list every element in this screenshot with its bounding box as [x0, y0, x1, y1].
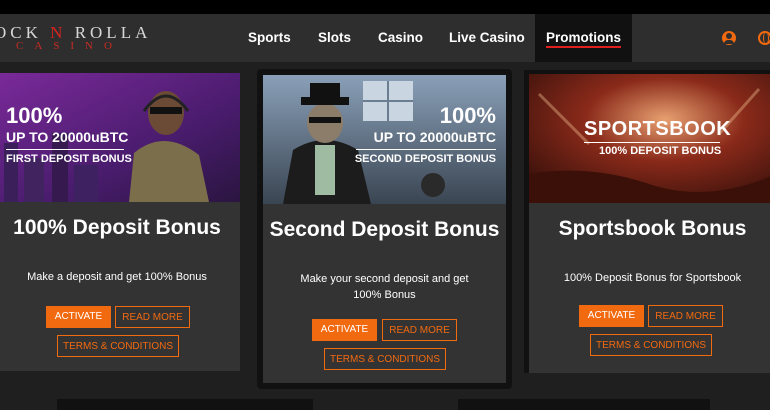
promo-description: 100% Deposit Bonus for Sportsbook — [563, 272, 742, 284]
banner-caption: FIRST DEPOSIT BONUS — [6, 153, 132, 165]
nav-sports[interactable]: Sports — [248, 14, 291, 62]
terms-conditions-button[interactable]: TERMS & CONDITIONS — [57, 335, 179, 357]
promo-banner-second-deposit: 100% UP TO 20000uBTC SECOND DEPOSIT BONU… — [263, 75, 506, 204]
terms-conditions-button[interactable]: TERMS & CONDITIONS — [590, 334, 712, 356]
next-promo-card-right — [458, 399, 710, 410]
banner-rule — [6, 149, 124, 150]
nav-live-casino[interactable]: Live Casino — [449, 14, 525, 62]
promo-banner-sportsbook: SPORTSBOOK 100% DEPOSIT BONUS — [529, 74, 770, 203]
activate-button[interactable]: ACTIVATE — [46, 306, 111, 328]
read-more-button[interactable]: READ MORE — [648, 305, 723, 327]
banner-rule — [584, 142, 720, 143]
globe-icon[interactable] — [758, 31, 770, 45]
promo-title: 100% Deposit Bonus — [13, 216, 221, 239]
promo-card-body: Sportsbook Bonus 100% Deposit Bonus for … — [529, 203, 770, 373]
promo-banner-first-deposit: 100% UP TO 20000uBTC FIRST DEPOSIT BONUS — [0, 73, 240, 202]
banner-caption: SECOND DEPOSIT BONUS — [354, 153, 496, 165]
nav-promotions-label: Promotions — [546, 30, 622, 45]
read-more-button[interactable]: READ MORE — [382, 319, 457, 341]
promo-card-first-deposit: 100% UP TO 20000uBTC FIRST DEPOSIT BONUS… — [0, 73, 240, 371]
next-promo-card-left — [57, 399, 313, 410]
nav-promotions[interactable]: Promotions — [535, 14, 633, 62]
nav-casino[interactable]: Casino — [378, 14, 423, 62]
promo-card-body: 100% Deposit Bonus Make a deposit and ge… — [0, 202, 240, 371]
casino-logo[interactable]: OCK N ROLLA CASINO — [0, 23, 164, 55]
promo-card-second-deposit: 100% UP TO 20000uBTC SECOND DEPOSIT BONU… — [257, 69, 512, 389]
main-nav: OCK N ROLLA CASINO Sports Slots Casino L… — [0, 14, 770, 62]
promo-title: Second Deposit Bonus — [269, 218, 500, 241]
banner-caption: 100% DEPOSIT BONUS — [599, 145, 722, 157]
promo-description: Make a deposit and get 100% Bonus — [27, 271, 207, 283]
activate-button[interactable]: ACTIVATE — [312, 319, 377, 341]
promo-description: Make your second deposit and get 100% Bo… — [300, 273, 469, 301]
active-underline — [546, 46, 622, 48]
terms-conditions-button[interactable]: TERMS & CONDITIONS — [324, 348, 446, 370]
activate-button[interactable]: ACTIVATE — [579, 305, 644, 327]
banner-percent: 100% — [439, 103, 496, 128]
promo-title: Sportsbook Bonus — [558, 217, 747, 240]
logo-subtitle: CASINO — [16, 40, 123, 52]
banner-rule — [356, 149, 496, 150]
banner-amount: UP TO 20000uBTC — [6, 129, 129, 145]
banner-percent: 100% — [6, 103, 63, 128]
user-icon[interactable] — [722, 31, 736, 45]
nav-slots[interactable]: Slots — [318, 14, 351, 62]
read-more-button[interactable]: READ MORE — [115, 306, 190, 328]
banner-title: SPORTSBOOK — [584, 118, 732, 140]
promo-card-body: Second Deposit Bonus Make your second de… — [263, 204, 506, 383]
banner-amount: UP TO 20000uBTC — [373, 129, 496, 145]
promo-card-sportsbook: SPORTSBOOK 100% DEPOSIT BONUS Sportsbook… — [524, 70, 770, 373]
top-strip — [0, 0, 770, 14]
